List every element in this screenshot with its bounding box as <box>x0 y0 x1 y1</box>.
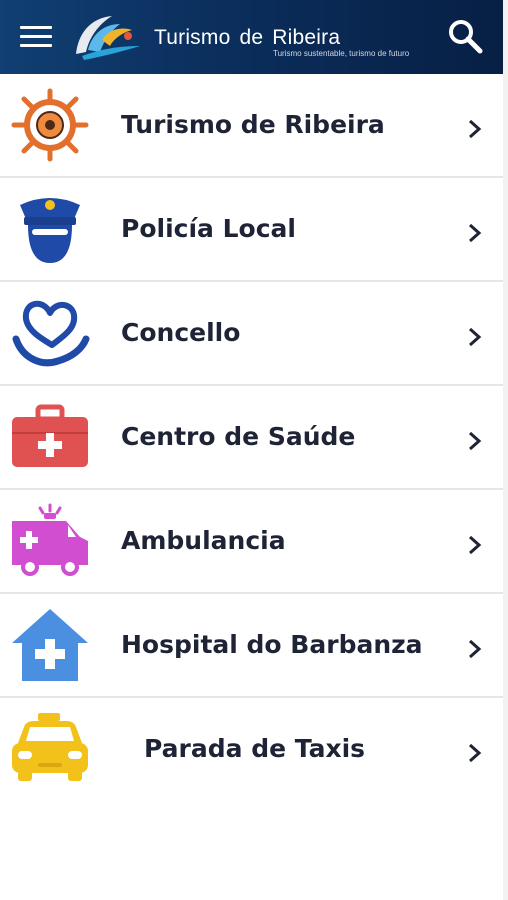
list-item-policia-local[interactable]: Policía Local <box>0 178 503 282</box>
list-item-label: Ambulancia <box>121 526 286 555</box>
list-item-concello[interactable]: Concello <box>0 282 503 386</box>
hospital-house-icon <box>12 609 88 681</box>
first-aid-kit-icon <box>12 404 88 467</box>
list-item-label: Concello <box>121 318 241 347</box>
brand-tagline: Turismo sustentable, turismo de futuro <box>273 49 410 58</box>
list-item-label: Hospital do Barbanza <box>121 630 423 659</box>
list-item-ambulancia[interactable]: Ambulancia <box>0 490 503 594</box>
chevron-right-icon <box>469 223 482 243</box>
ambulance-icon <box>12 503 88 576</box>
chevron-right-icon <box>469 535 482 555</box>
list-item-centro-de-saude[interactable]: Centro de Saúde <box>0 386 503 490</box>
heart-hand-icon <box>12 301 90 367</box>
list-item-parada-de-taxis[interactable]: Parada de Taxis <box>0 698 503 800</box>
chevron-right-icon <box>469 639 482 659</box>
app-header: Turismo de Ribeira Turismo sustentable, … <box>0 0 503 74</box>
police-officer-icon <box>20 198 80 263</box>
app-screen: Turismo de Ribeira Turismo sustentable, … <box>0 0 503 900</box>
contact-list: Turismo de Ribeira Policía Local Concell… <box>0 74 503 800</box>
list-item-label: Parada de Taxis <box>144 734 366 763</box>
list-item-hospital-do-barbanza[interactable]: Hospital do Barbanza <box>0 594 503 698</box>
chevron-right-icon <box>469 119 482 139</box>
search-button[interactable] <box>446 17 484 55</box>
list-item-label: Policía Local <box>121 214 296 243</box>
chevron-right-icon <box>469 327 482 347</box>
list-item-label: Turismo de Ribeira <box>121 110 385 139</box>
list-item-turismo-de-ribeira[interactable]: Turismo de Ribeira <box>0 74 503 178</box>
menu-button[interactable] <box>18 22 54 52</box>
brand-logo-icon <box>76 16 140 60</box>
brand-title: Turismo de Ribeira <box>154 26 341 49</box>
chevron-right-icon <box>469 743 482 763</box>
taxi-icon <box>12 713 88 781</box>
search-icon <box>449 20 483 54</box>
chevron-right-icon <box>469 431 482 451</box>
list-item-label: Centro de Saúde <box>121 422 356 451</box>
hamburger-menu-icon <box>20 26 52 29</box>
ship-wheel-icon <box>11 88 89 162</box>
